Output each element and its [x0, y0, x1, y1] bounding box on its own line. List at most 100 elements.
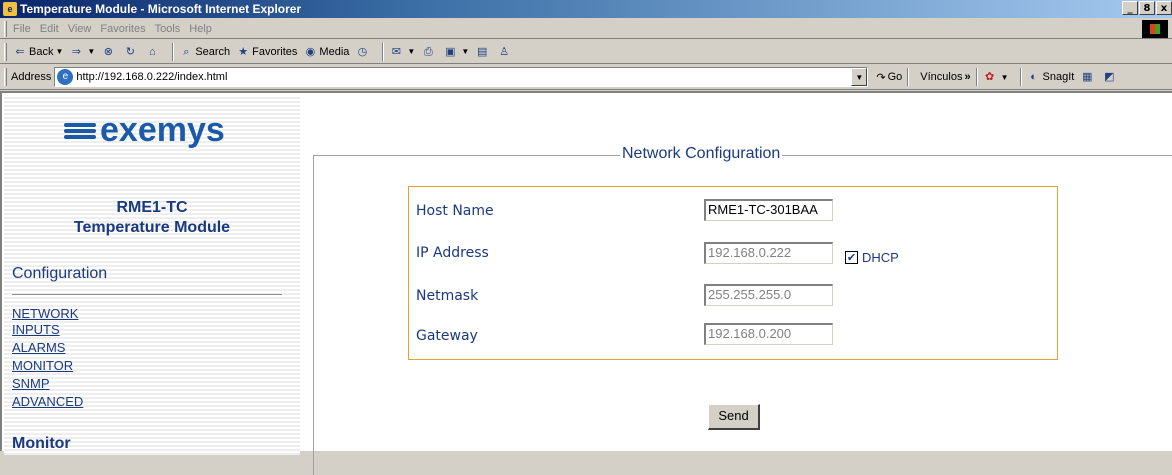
messenger-button[interactable]: ♙ — [497, 45, 513, 59]
toolbar-grip[interactable] — [4, 42, 7, 61]
chevron-down-icon[interactable]: ▼ — [55, 47, 63, 56]
sidebar: exemys RME1-TC Temperature Module Config… — [4, 95, 300, 455]
favorites-icon: ★ — [238, 45, 249, 58]
menu-tools[interactable]: Tools — [155, 23, 181, 35]
address-input[interactable]: e http://192.168.0.222/index.html ▼ — [54, 67, 869, 87]
address-dropdown-button[interactable]: ▼ — [851, 68, 868, 86]
address-label: Address — [11, 71, 52, 83]
toolbar-grip[interactable] — [4, 68, 7, 86]
nav-advanced[interactable]: ADVANCED — [12, 394, 83, 409]
favorites-label: Favorites — [252, 45, 298, 58]
history-icon: ◷ — [357, 45, 368, 58]
ip-address-field[interactable]: 192.168.0.222 — [704, 242, 833, 264]
nav-alarms[interactable]: ALARMS — [12, 340, 65, 355]
address-url[interactable]: http://192.168.0.222/index.html — [76, 71, 227, 83]
search-icon: ⌕ — [183, 45, 190, 58]
toolbar-grip[interactable] — [4, 20, 7, 37]
snagit-button[interactable]: ◐ SnagIt — [1027, 70, 1074, 84]
network-config-legend: Network Configuration — [620, 145, 783, 163]
history-button[interactable]: ◷ — [355, 45, 371, 59]
host-name-label: Host Name — [416, 203, 494, 219]
window-title-bar[interactable]: e Temperature Module - Microsoft Interne… — [0, 0, 1172, 18]
media-button[interactable]: ◉ Media — [303, 45, 350, 59]
device-name: Temperature Module — [73, 219, 231, 236]
links-button[interactable]: Vínculos » — [920, 71, 970, 83]
page-icon: e — [57, 69, 74, 85]
chevron-down-icon[interactable]: ▼ — [87, 47, 95, 56]
forward-button[interactable]: ⇒ ▼ — [69, 45, 96, 59]
menu-help[interactable]: Help — [189, 23, 212, 35]
stop-button[interactable]: ⊗ — [101, 45, 117, 59]
monitor-heading: Monitor — [12, 435, 71, 452]
edit-button[interactable]: ▣ ▼ — [443, 45, 469, 59]
go-label: Go — [887, 71, 903, 83]
search-label: Search — [195, 45, 231, 58]
maximize-button[interactable]: 8 — [1139, 1, 1155, 15]
back-button[interactable]: ⇐ Back ▼ — [13, 45, 63, 59]
ip-address-label: IP Address — [416, 245, 489, 261]
address-bar: Address e http://192.168.0.222/index.htm… — [0, 65, 1172, 90]
toolbar-separator — [975, 68, 978, 86]
snagit-window-button[interactable]: ▦ — [1080, 70, 1096, 84]
go-button[interactable]: ↷ Go — [876, 71, 902, 84]
mail-icon: ✉ — [391, 45, 401, 58]
toolbar-separator — [907, 68, 910, 86]
capture-edit-icon: ◩ — [1104, 71, 1115, 83]
section-divider — [12, 294, 282, 296]
chevron-right-icon: » — [964, 71, 971, 83]
window-title: Temperature Module - Microsoft Internet … — [20, 2, 302, 16]
netmask-field[interactable]: 255.255.255.0 — [704, 284, 833, 306]
toolbar-separator — [382, 42, 385, 61]
snagit-edit-button[interactable]: ◩ — [1102, 70, 1118, 84]
refresh-button[interactable]: ↻ — [123, 45, 139, 59]
refresh-icon: ↻ — [125, 45, 135, 58]
back-label: Back — [29, 45, 54, 58]
gateway-field[interactable]: 192.168.0.200 — [704, 323, 833, 345]
home-button[interactable]: ⌂ — [145, 45, 161, 59]
dhcp-option[interactable]: ✔ DHCP — [845, 250, 899, 265]
minimize-button[interactable]: _ — [1122, 1, 1138, 15]
nav-network[interactable]: NETWORK — [12, 306, 78, 321]
menu-edit[interactable]: Edit — [40, 23, 59, 35]
host-name-field[interactable]: RME1-TC-301BAA — [704, 199, 833, 221]
exemys-logo: exemys — [64, 105, 244, 155]
configuration-heading: Configuration — [12, 265, 108, 282]
chevron-down-icon[interactable]: ▼ — [1001, 73, 1009, 82]
print-icon: ⎙ — [423, 45, 433, 58]
dhcp-label: DHCP — [862, 250, 899, 265]
toolbar-separator — [172, 42, 175, 61]
edit-icon: ▣ — [445, 45, 456, 58]
device-model: RME1-TC — [116, 199, 188, 216]
discuss-button[interactable]: ▤ — [475, 45, 491, 59]
window-controls: _ 8 x — [1121, 1, 1172, 15]
nav-monitor[interactable]: MONITOR — [12, 358, 73, 373]
acrobat-button[interactable]: ✿ ▼ — [983, 70, 1009, 84]
go-arrow-icon: ↷ — [876, 71, 886, 84]
gateway-label: Gateway — [416, 328, 478, 344]
menu-view[interactable]: View — [68, 23, 92, 35]
print-button[interactable]: ⎙ — [421, 45, 437, 59]
menu-file[interactable]: File — [13, 23, 31, 35]
acrobat-icon: ✿ — [984, 71, 995, 83]
links-label: Vínculos — [920, 71, 963, 83]
logo-waves-icon — [64, 121, 96, 139]
mail-button[interactable]: ✉ ▼ — [389, 45, 416, 59]
search-button[interactable]: ⌕ Search — [179, 45, 230, 59]
send-button[interactable]: Send — [708, 404, 760, 430]
media-icon: ◉ — [305, 45, 316, 58]
stop-icon: ⊗ — [103, 45, 113, 58]
toolbar-separator — [1019, 68, 1022, 86]
nav-snmp[interactable]: SNMP — [12, 376, 50, 391]
favorites-button[interactable]: ★ Favorites — [236, 45, 297, 59]
back-arrow-icon: ⇐ — [15, 45, 25, 58]
dhcp-checkbox[interactable]: ✔ — [845, 251, 858, 264]
close-button[interactable]: x — [1156, 1, 1172, 15]
windows-logo-icon — [1142, 20, 1168, 38]
chevron-down-icon[interactable]: ▼ — [461, 47, 469, 56]
media-label: Media — [319, 45, 350, 58]
forward-arrow-icon: ⇒ — [71, 45, 81, 58]
home-icon: ⌂ — [148, 45, 156, 58]
nav-inputs[interactable]: INPUTS — [12, 322, 60, 337]
menu-favorites[interactable]: Favorites — [100, 23, 145, 35]
chevron-down-icon[interactable]: ▼ — [407, 47, 415, 56]
